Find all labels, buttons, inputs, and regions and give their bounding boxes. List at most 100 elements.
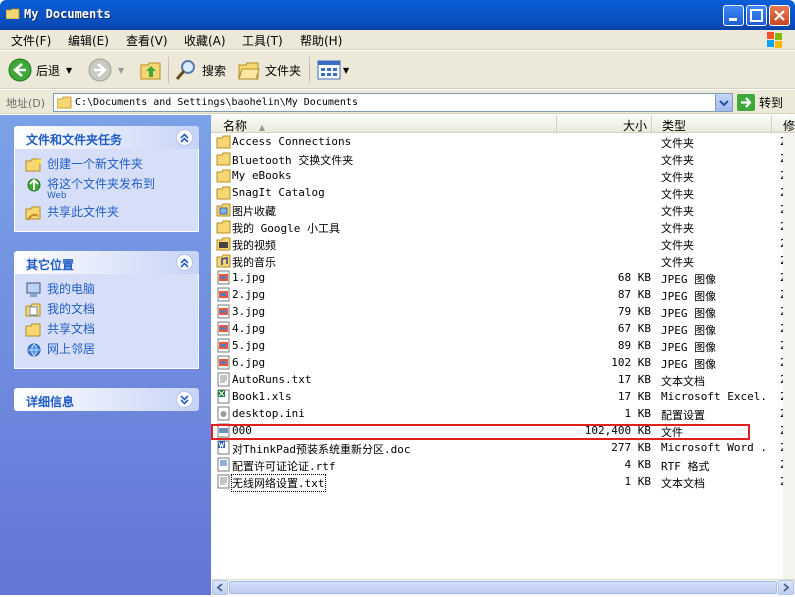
place-shared-documents[interactable]: 共享文档 [25, 322, 190, 338]
scroll-thumb[interactable] [229, 581, 777, 594]
ini-file-icon [217, 406, 230, 421]
place-label: 我的电脑 [47, 282, 96, 296]
file-row[interactable]: 5.jpg89 KBJPEG 图像20 [211, 337, 793, 354]
file-name: 6.jpg [232, 356, 266, 369]
file-row[interactable]: 我的音乐文件夹20 [211, 252, 793, 269]
address-input[interactable]: C:\Documents and Settings\baohelin\My Do… [53, 93, 733, 112]
scroll-right-button[interactable] [778, 580, 794, 595]
file-type: JPEG 图像 [661, 341, 717, 354]
file-row[interactable]: 我的视频文件夹20 [211, 235, 793, 252]
scroll-left-button[interactable] [212, 580, 228, 595]
panel-header[interactable]: 详细信息 [14, 388, 199, 411]
column-size[interactable]: 大小 [557, 115, 652, 133]
menu-edit[interactable]: 编辑(E) [68, 32, 109, 49]
file-type: 文件夹 [661, 171, 694, 184]
folders-button[interactable]: 文件夹 [237, 57, 301, 83]
menu-view[interactable]: 查看(V) [126, 32, 168, 49]
toolbar-separator [309, 57, 310, 83]
folder-icon [216, 135, 231, 149]
back-button[interactable]: 后退 ▼ [8, 57, 72, 83]
file-row[interactable]: 对ThinkPad预装系统重新分区.doc 277 KB Microsoft Wor… [211, 439, 793, 456]
file-row[interactable]: 4.jpg67 KBJPEG 图像20 [211, 320, 793, 337]
shared-documents-icon [25, 323, 41, 337]
share-folder-icon [25, 206, 41, 221]
back-dropdown-icon[interactable]: ▼ [66, 66, 72, 75]
file-name: 我的 Google 小工具 [232, 222, 340, 235]
maximize-button[interactable] [746, 5, 767, 26]
address-bar: 地址(D) C:\Documents and Settings\baohelin… [0, 90, 795, 114]
close-icon [774, 10, 785, 21]
file-type: JPEG 图像 [661, 324, 717, 337]
folder-icon [216, 220, 231, 234]
menu-help[interactable]: 帮助(H) [300, 32, 342, 49]
menu-favorites[interactable]: 收藏(A) [184, 32, 226, 49]
file-type: 文件夹 [661, 222, 694, 235]
file-row[interactable]: 配置许可证论证.rtf4 KBRTF 格式20 [211, 456, 793, 473]
file-row[interactable]: 000102,400 KB文件20 [211, 422, 793, 439]
menu-file[interactable]: 文件(F) [11, 32, 51, 49]
horizontal-scrollbar[interactable] [211, 579, 795, 595]
file-name: 3.jpg [232, 305, 266, 318]
views-button[interactable]: ▼ [317, 57, 349, 83]
file-row[interactable]: SnagIt Catalog文件夹20 [211, 184, 793, 201]
task-share-folder[interactable]: 共享此文件夹 [25, 205, 190, 221]
my-documents-icon [25, 303, 41, 317]
address-dropdown-button[interactable] [715, 94, 732, 111]
place-label: 我的文档 [47, 302, 96, 316]
new-folder-icon [25, 158, 42, 172]
details-panel: 详细信息 [14, 388, 199, 411]
video-folder-icon [216, 237, 231, 251]
file-row[interactable]: 我的 Google 小工具文件夹20 [211, 218, 793, 235]
column-date[interactable]: 修 [772, 115, 795, 133]
file-name: 无线网络设置.txt [231, 474, 326, 492]
file-row[interactable]: 6.jpg102 KBJPEG 图像20 [211, 354, 793, 371]
expand-button[interactable] [176, 391, 193, 408]
search-button[interactable]: 搜索 [174, 57, 226, 83]
file-row[interactable]: 无线网络设置.txt1 KB文本文档20 [211, 473, 793, 492]
column-name[interactable]: 名称 ▲ [211, 115, 557, 133]
text-file-icon [217, 474, 230, 489]
file-row[interactable]: Bluetooth 交换文件夹文件夹20 [211, 150, 793, 167]
place-my-computer[interactable]: 我的电脑 [25, 282, 190, 298]
task-publish-web[interactable]: 将这个文件夹发布到 Web [25, 177, 190, 201]
file-row[interactable]: Access Connections文件夹20 [211, 133, 793, 150]
file-row[interactable]: 1.jpg68 KBJPEG 图像20 [211, 269, 793, 286]
collapse-button[interactable] [176, 254, 193, 271]
views-dropdown-icon[interactable]: ▼ [343, 66, 349, 75]
forward-button[interactable]: ▼ [88, 57, 124, 83]
windows-logo-icon [767, 32, 782, 48]
pictures-folder-icon [216, 203, 231, 217]
file-type: 文件夹 [661, 256, 694, 269]
task-pane: 文件和文件夹任务 创建一个新文件夹 将这个文件夹发布到 Web 共享此文件夹 其… [0, 115, 211, 595]
panel-header[interactable]: 其它位置 [14, 251, 199, 274]
file-row[interactable]: 图片收藏文件夹20 [211, 201, 793, 218]
file-row[interactable]: 3.jpg79 KBJPEG 图像20 [211, 303, 793, 320]
column-type[interactable]: 类型 [652, 115, 772, 133]
place-my-documents[interactable]: 我的文档 [25, 302, 190, 318]
file-name: 我的视频 [232, 239, 276, 252]
column-type-label: 类型 [662, 119, 687, 133]
place-network-places[interactable]: 网上邻居 [25, 342, 190, 358]
panel-header[interactable]: 文件和文件夹任务 [14, 126, 199, 149]
vertical-scrollbar[interactable] [783, 133, 795, 579]
collapse-button[interactable] [176, 129, 193, 146]
go-button[interactable]: 转到 [737, 94, 783, 111]
task-new-folder[interactable]: 创建一个新文件夹 [25, 157, 190, 173]
file-row[interactable]: Book1.xls17 KBMicrosoft Excel...20 [211, 388, 793, 405]
file-row[interactable]: My eBooks文件夹20 [211, 167, 793, 184]
file-name: SnagIt Catalog [232, 186, 325, 199]
file-row[interactable]: 2.jpg87 KBJPEG 图像20 [211, 286, 793, 303]
file-row[interactable]: AutoRuns.txt17 KB文本文档20 [211, 371, 793, 388]
forward-dropdown-icon[interactable]: ▼ [118, 66, 124, 75]
file-type: JPEG 图像 [661, 290, 717, 303]
minimize-button[interactable] [723, 5, 744, 26]
file-type: 文件夹 [661, 188, 694, 201]
panel-title: 其它位置 [26, 258, 75, 272]
up-folder-button[interactable] [139, 57, 163, 83]
close-button[interactable] [769, 5, 790, 26]
menu-tools[interactable]: 工具(T) [242, 32, 283, 49]
excel-file-icon [217, 389, 230, 404]
place-label: 网上邻居 [47, 342, 96, 356]
panel-title: 详细信息 [26, 395, 75, 409]
file-row[interactable]: desktop.ini1 KB配置设置20 [211, 405, 793, 422]
